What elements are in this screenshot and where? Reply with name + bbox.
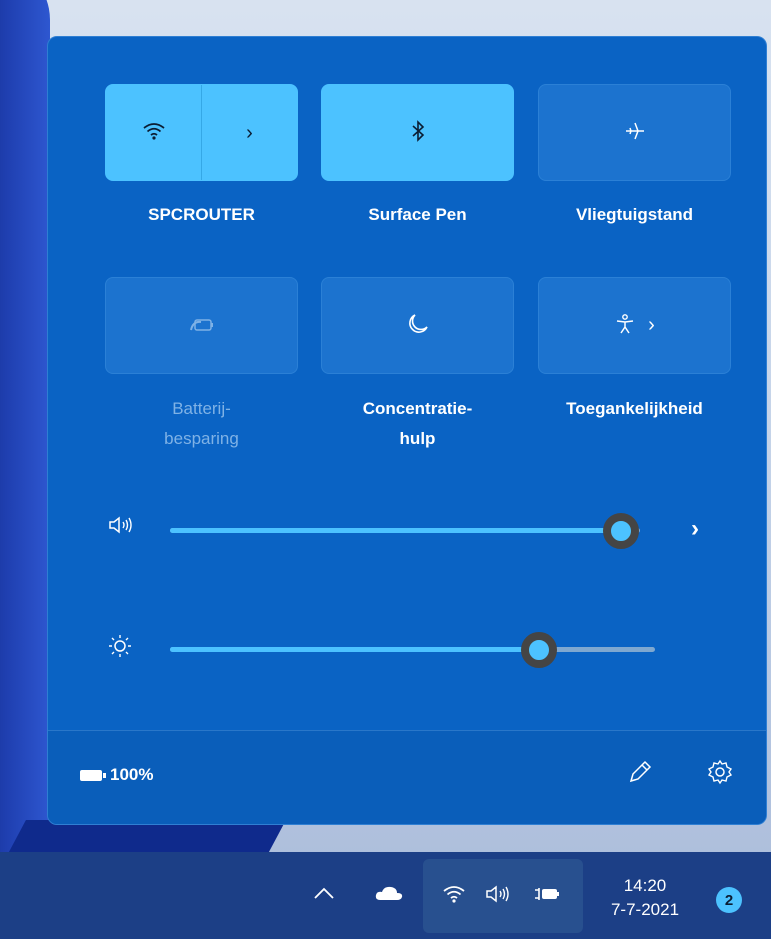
wifi-icon: [443, 885, 465, 909]
wifi-tile[interactable]: ›: [105, 84, 298, 181]
brightness-slider[interactable]: [170, 632, 655, 668]
pencil-icon: [627, 759, 653, 792]
cloud-icon[interactable]: [374, 884, 404, 908]
bluetooth-tile-label: Surface Pen: [368, 205, 467, 224]
airplane-mode-tile-label: Vliegtuigstand: [575, 205, 694, 224]
edit-quick-settings-button[interactable]: [618, 753, 662, 797]
taskbar: 14:20 7-7-2021 2: [0, 852, 771, 939]
quick-settings-footer: 100%: [48, 730, 766, 824]
gear-icon: [707, 759, 733, 792]
chevron-right-icon: ›: [246, 121, 253, 144]
sun-icon: [108, 634, 138, 664]
airplane-mode-tile[interactable]: [538, 84, 731, 181]
volume-slider-row: ›: [108, 509, 708, 549]
bluetooth-tile[interactable]: [321, 84, 514, 181]
battery-percent: 100%: [110, 765, 154, 784]
battery-icon: [80, 769, 106, 781]
wifi-network-list-button[interactable]: ›: [202, 85, 297, 180]
wifi-toggle[interactable]: [106, 85, 201, 180]
focus-assist-tile-label: Concentratie- hulp: [362, 399, 473, 448]
network-volume-battery-button[interactable]: [423, 859, 583, 933]
chevron-right-icon[interactable]: ›: [691, 515, 699, 543]
accessibility-tile[interactable]: ›: [538, 277, 731, 374]
speaker-icon[interactable]: [108, 515, 138, 541]
notification-count-badge[interactable]: 2: [716, 887, 742, 913]
brightness-slider-row: [108, 628, 708, 668]
wifi-icon: [142, 122, 165, 144]
volume-slider[interactable]: [170, 513, 640, 549]
speaker-icon: [485, 884, 511, 910]
battery-charging-icon: [533, 885, 561, 909]
battery-saver-tile-label: Batterij- besparing: [164, 399, 239, 448]
chevron-up-icon[interactable]: [313, 883, 335, 906]
quick-settings-panel: › SPCROUTER Surface Pen Vliegtuigstand B…: [47, 36, 767, 825]
wifi-tile-label: SPCROUTER: [148, 205, 255, 224]
chevron-right-icon: ›: [648, 314, 655, 336]
brightness-slider-thumb[interactable]: [521, 632, 557, 668]
clock-time: 14:20: [623, 876, 667, 895]
battery-status[interactable]: 100%: [80, 765, 153, 785]
wallpaper-swirl: [0, 0, 50, 858]
volume-slider-fill: [170, 528, 621, 533]
moon-icon: [407, 313, 429, 339]
brightness-slider-fill: [170, 647, 539, 652]
airplane-icon: [624, 120, 646, 146]
bluetooth-icon: [410, 119, 426, 146]
taskbar-clock[interactable]: 14:20 7-7-2021: [600, 874, 690, 922]
settings-button[interactable]: [698, 753, 742, 797]
accessibility-tile-label: Toegankelijkheid: [566, 399, 703, 418]
accessibility-icon: [614, 313, 636, 339]
clock-date: 7-7-2021: [610, 900, 680, 919]
focus-assist-tile[interactable]: [321, 277, 514, 374]
battery-saver-tile[interactable]: [105, 277, 298, 374]
battery-saver-icon: [189, 315, 215, 337]
volume-slider-thumb[interactable]: [603, 513, 639, 549]
